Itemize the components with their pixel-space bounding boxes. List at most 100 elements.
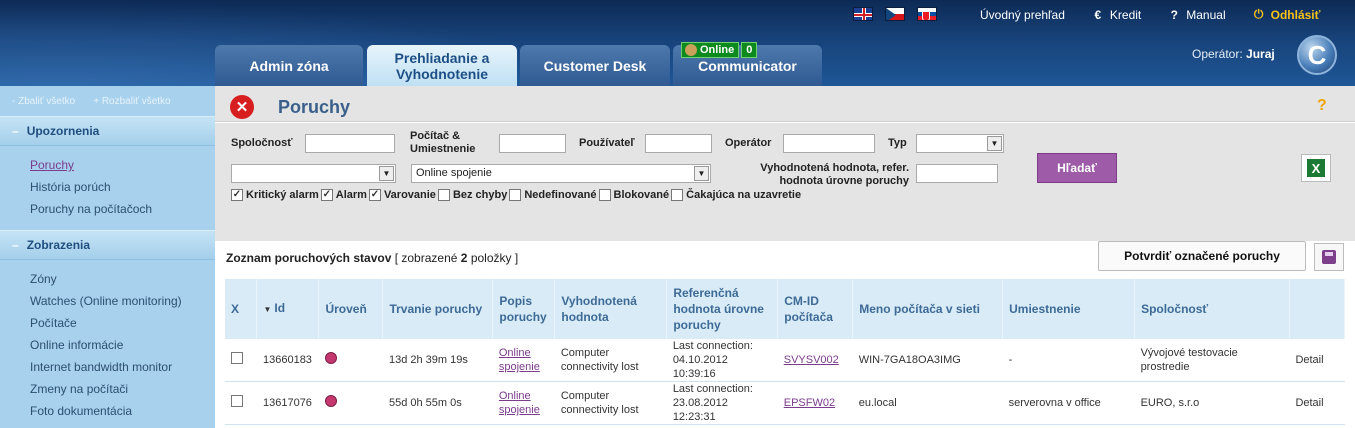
sidebar-item-computer-faults[interactable]: Poruchy na počítačoch bbox=[30, 198, 215, 220]
col-description[interactable]: Popis poruchy bbox=[492, 279, 556, 339]
euro-icon: € bbox=[1094, 7, 1102, 22]
cmid-link[interactable]: EPSFW02 bbox=[784, 397, 835, 409]
expand-all-link[interactable]: + Rozbaliť všetko bbox=[93, 96, 170, 107]
operator-info: Operátor: Juraj bbox=[1192, 47, 1275, 61]
description-link[interactable]: Online spojenie bbox=[499, 347, 540, 373]
col-id[interactable]: ▼ Id bbox=[256, 279, 320, 339]
description-link[interactable]: Online spojenie bbox=[499, 390, 540, 416]
checkbox-box[interactable] bbox=[671, 189, 684, 201]
cz-flag-icon[interactable] bbox=[885, 7, 905, 21]
cell-company: EURO, s.r.o bbox=[1140, 397, 1200, 409]
checkbox-box[interactable] bbox=[437, 189, 450, 201]
sidebar-item-computers[interactable]: Počítače bbox=[30, 312, 215, 334]
sk-flag-icon[interactable] bbox=[917, 7, 937, 21]
sidebar-item-photo-docs[interactable]: Foto dokumentácia bbox=[30, 400, 215, 422]
cell-reference: Last connection: 04.10.2012 10:39:16 bbox=[672, 340, 753, 380]
manual-link-label: Manual bbox=[1186, 7, 1226, 22]
checkbox-box[interactable] bbox=[509, 189, 522, 201]
checkbox-undefined[interactable]: Nedefinované bbox=[509, 189, 597, 201]
col-location[interactable]: Umiestnenie bbox=[1002, 279, 1136, 339]
sidebar-item-changes[interactable]: Zmeny na počítači bbox=[30, 378, 215, 400]
tab-browse-evaluate[interactable]: Prehliadanie a Vyhodnotenie bbox=[367, 45, 517, 86]
sort-desc-icon: ▼ bbox=[263, 305, 272, 314]
close-icon[interactable]: ✕ bbox=[230, 95, 254, 119]
sidebar-item-zones[interactable]: Zóny bbox=[30, 268, 215, 290]
user-label: Používateľ bbox=[579, 137, 635, 149]
checkbox-alarm[interactable]: ✓ Alarm bbox=[320, 189, 367, 201]
checkbox-label: Bez chyby bbox=[452, 189, 508, 201]
sidebar-toggle-bar: - Zbaliť všetko + Rozbaliť všetko bbox=[0, 86, 215, 116]
checkbox-box[interactable] bbox=[598, 189, 611, 201]
manual-link[interactable]: ? Manual bbox=[1167, 7, 1226, 22]
minus-icon: – bbox=[12, 238, 19, 252]
checkbox-box[interactable]: ✓ bbox=[368, 189, 381, 201]
eval-label: Vyhodnotená hodnota, refer. hodnota úrov… bbox=[760, 162, 909, 187]
computer-input[interactable] bbox=[499, 134, 566, 153]
eval-input[interactable] bbox=[916, 164, 998, 183]
company-input[interactable] bbox=[305, 134, 395, 153]
logout-link[interactable]: ⏻ Odhlásiť bbox=[1252, 7, 1321, 22]
row-checkbox[interactable] bbox=[231, 395, 243, 407]
sidebar-item-online-info[interactable]: Online informácie bbox=[30, 334, 215, 356]
logout-link-label: Odhlásiť bbox=[1270, 7, 1321, 22]
company-select[interactable]: ▼ bbox=[231, 164, 396, 183]
type-select[interactable]: ▼ bbox=[916, 134, 1004, 153]
sidebar-item-watches[interactable]: Watches (Online monitoring) bbox=[30, 290, 215, 312]
operator-input[interactable] bbox=[783, 134, 875, 153]
user-input[interactable] bbox=[645, 134, 712, 153]
cell-hostname: WIN-7GA18OA3IMG bbox=[858, 354, 961, 366]
tab-admin-zone[interactable]: Admin zóna bbox=[215, 45, 363, 86]
fault-type-select[interactable]: Online spojenie ▼ bbox=[411, 164, 711, 183]
sidebar-item-history[interactable]: História porúch bbox=[30, 176, 215, 198]
checkbox-pending-close[interactable]: Čakajúca na uzavretie bbox=[671, 189, 801, 201]
minus-icon: – bbox=[12, 124, 19, 138]
tab-customer-desk[interactable]: Customer Desk bbox=[520, 45, 670, 86]
cell-id: 13660183 bbox=[262, 354, 312, 366]
online-indicator: Online bbox=[681, 41, 740, 58]
operator-label: Operátor: bbox=[1192, 47, 1243, 61]
col-cmid[interactable]: CM-ID počítača bbox=[777, 279, 854, 339]
col-hostname[interactable]: Meno počítača v sieti bbox=[852, 279, 1004, 339]
detail-link[interactable]: Detail bbox=[1289, 382, 1344, 425]
confirm-faults-button[interactable]: Potvrdiť označené poruchy bbox=[1098, 241, 1306, 271]
collapse-all-link[interactable]: - Zbaliť všetko bbox=[12, 96, 75, 107]
checkbox-critical[interactable]: ✓ Kritický alarm bbox=[231, 189, 319, 201]
home-link[interactable]: Úvodný prehľad bbox=[980, 8, 1065, 22]
search-button[interactable]: Hľadať bbox=[1037, 153, 1117, 183]
tab-label: Prehliadanie a Vyhodnotenie bbox=[394, 49, 490, 82]
cmid-link[interactable]: SVYSV002 bbox=[784, 354, 839, 366]
online-status-badge[interactable]: Online 0 bbox=[681, 41, 758, 58]
app-logo: C bbox=[1297, 35, 1337, 75]
chevron-down-icon: ▼ bbox=[694, 166, 709, 181]
detail-link[interactable]: Detail bbox=[1289, 339, 1344, 382]
excel-export-button[interactable]: X bbox=[1301, 154, 1331, 182]
col-duration[interactable]: Trvanie poruchy bbox=[382, 279, 494, 339]
uk-flag-icon[interactable] bbox=[853, 7, 873, 21]
col-id-label: Id bbox=[274, 301, 286, 315]
sidebar-section-views[interactable]: – Zobrazenia bbox=[0, 230, 215, 260]
col-reference[interactable]: Referenčná hodnota úrovne poruchy bbox=[666, 279, 779, 339]
col-level[interactable]: Úroveň bbox=[318, 279, 384, 339]
checkbox-no-error[interactable]: Bez chyby bbox=[437, 189, 508, 201]
credit-link-label: Kredit bbox=[1109, 7, 1142, 22]
checkbox-blocked[interactable]: Blokované bbox=[598, 189, 669, 201]
page-title: Poruchy bbox=[278, 97, 351, 117]
checkbox-warning[interactable]: ✓ Varovanie bbox=[368, 189, 436, 201]
chevron-down-icon: ▼ bbox=[987, 136, 1002, 151]
sidebar-item-poruchy[interactable]: Poruchy bbox=[30, 154, 215, 176]
excel-icon: X bbox=[1307, 159, 1325, 177]
col-x[interactable]: X bbox=[225, 279, 258, 339]
credit-link[interactable]: € Kredit bbox=[1091, 7, 1142, 22]
home-link-label: Úvodný prehľad bbox=[980, 7, 1065, 22]
row-checkbox[interactable] bbox=[231, 352, 243, 364]
sidebar-section-alerts[interactable]: – Upozornenia bbox=[0, 116, 215, 146]
help-icon[interactable]: ? bbox=[1317, 97, 1327, 115]
table-row: 13617076 55d 0h 55m 0s Online spojenie C… bbox=[225, 382, 1345, 425]
cell-location: serverovna v office bbox=[1008, 397, 1101, 409]
col-company[interactable]: Spoločnosť bbox=[1134, 279, 1290, 339]
save-button[interactable] bbox=[1314, 243, 1344, 271]
sidebar-item-bandwidth[interactable]: Internet bandwidth monitor bbox=[30, 356, 215, 378]
checkbox-box[interactable]: ✓ bbox=[231, 189, 243, 201]
col-value[interactable]: Vyhodnotená hodnota bbox=[554, 279, 668, 339]
checkbox-box[interactable]: ✓ bbox=[320, 189, 333, 201]
